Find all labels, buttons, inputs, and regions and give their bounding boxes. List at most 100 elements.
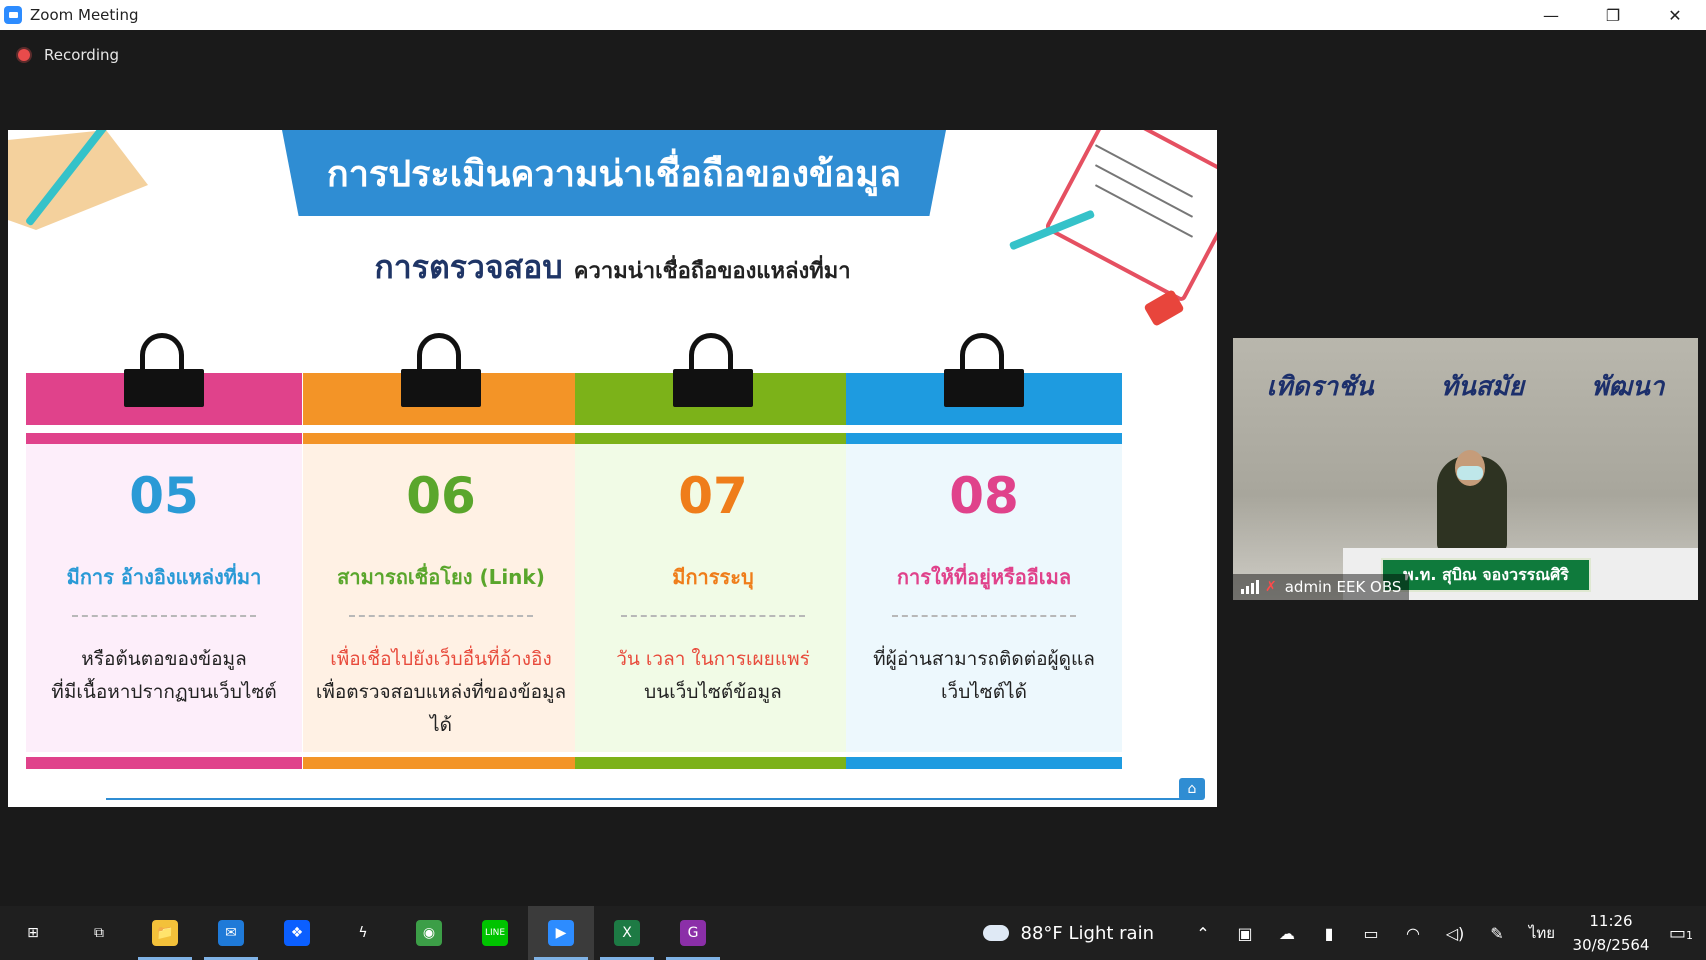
criteria-card: 07 มีการระบุ วัน เวลา ในการเผยแพร่บนเว็บ… [575,333,851,779]
taskbar-file-explorer-icon[interactable]: 📁 [132,906,198,960]
dropbox-icon: ❖ [284,920,310,946]
window-controls: — ❐ ✕ [1520,0,1706,30]
card-divider [72,615,256,617]
wall-motto: เทิดราชัน ทันสมัย พัฒนา [1233,366,1698,407]
card-divider [621,615,805,617]
card-thin-bar [846,433,1122,444]
file-explorer-icon: 📁 [152,920,178,946]
taskbar-chrome-icon[interactable]: ◉ [396,906,462,960]
taskbar-excel-icon[interactable]: X [594,906,660,960]
card-divider [349,615,533,617]
binder-clip-icon [124,333,204,407]
onedrive-icon[interactable]: ☁ [1266,924,1308,943]
task-view-icon: ⧉ [94,925,104,941]
window-titlebar: Zoom Meeting — ❐ ✕ [0,0,1706,30]
taskbar-clock[interactable]: 11:26 30/8/2564 [1566,909,1656,957]
system-tray: 88°F Light rain ⌃ ▣ ☁ ▮ ▭ ◠ ◁) ✎ ไทย 11:… [982,906,1706,960]
weather-widget[interactable]: 88°F Light rain [982,922,1154,944]
taskbar-apps: ⊞ ⧉ 📁 ✉ ❖ ϟ ◉ LINE ▶ X G [0,906,726,960]
binder-clip-icon [401,333,481,407]
card-description-line: ได้ [430,714,452,736]
nameplate: พ.ท. สุบิณ จองวรรณศิริ [1381,558,1591,592]
taskbar-line-icon[interactable]: LINE [462,906,528,960]
slide-title-banner: การประเมินความน่าเชื่อถือของข้อมูล [282,130,946,216]
recording-label: Recording [44,46,120,64]
pen-icon[interactable]: ✎ [1476,924,1518,943]
taskbar-app-s-icon[interactable]: ϟ [330,906,396,960]
close-button[interactable]: ✕ [1644,0,1706,30]
card-thin-bar [26,433,302,444]
battery-icon[interactable]: ▭ [1350,924,1392,943]
notification-count: 1 [1686,928,1693,942]
notification-center-icon[interactable]: ▭1 [1656,923,1706,944]
card-description-line: หรือต้นตอของข้อมูล [81,648,247,670]
card-description-line: ที่ผู้อ่านสามารถติดต่อผู้ดูแล [873,648,1095,670]
card-description: หรือต้นตอของข้อมูล ที่มีเนื้อหาปรากฏบนเว็… [36,643,292,709]
window-title: Zoom Meeting [30,6,139,24]
recording-indicator[interactable]: Recording [18,46,119,64]
chevron-up-icon[interactable]: ⌃ [1182,924,1224,943]
minimize-button[interactable]: — [1520,0,1582,30]
restore-button[interactable]: ❐ [1582,0,1644,30]
binder-clip-icon [944,333,1024,407]
taskbar-mail-icon[interactable]: ✉ [198,906,264,960]
card-bottom-bar [303,757,579,769]
home-icon[interactable]: ⌂ [1179,778,1205,800]
card-thin-bar [303,433,579,444]
taskbar-dropbox-icon[interactable]: ❖ [264,906,330,960]
excel-icon: X [614,920,640,946]
mail-icon: ✉ [218,920,244,946]
mic-muted-icon: ✗ [1265,579,1277,595]
card-number: 05 [129,467,199,525]
card-bottom-bar [575,757,851,769]
language-indicator[interactable]: ไทย [1518,921,1566,945]
wifi-icon[interactable]: ◠ [1392,924,1434,943]
card-bottom-bar [846,757,1122,769]
binder-clip-icon [673,333,753,407]
criteria-card: 05 มีการ อ้างอิงแหล่งที่มา หรือต้นตอของข… [26,333,302,779]
microphone-icon[interactable]: ▮ [1308,924,1350,943]
meet-now-icon[interactable]: ▣ [1224,924,1266,943]
slide-title: การประเมินความน่าเชื่อถือของข้อมูล [326,153,902,195]
pdf-icon: G [680,920,706,946]
card-number: 08 [949,467,1019,525]
cloud-rain-icon [982,925,1009,941]
recording-dot-icon [18,49,30,61]
taskbar-task-view-icon[interactable]: ⧉ [66,906,132,960]
card-description: เพื่อเชื่อไปยังเว็บอื่นที่อ้างอิง เพื่อตร… [313,643,569,742]
taskbar-pdf-icon[interactable]: G [660,906,726,960]
app-s-icon: ϟ [358,925,368,941]
wall-word: พัฒนา [1591,372,1665,402]
card-bottom-bar [26,757,302,769]
card-label: มีการระบุ [672,565,754,589]
signal-icon [1241,580,1259,594]
card-description: ที่ผู้อ่านสามารถติดต่อผู้ดูแล เว็บไซต์ได้ [856,643,1112,709]
speaker-mask [1457,466,1483,480]
slide-subtitle: การตรวจสอบ ความน่าเชื่อถือของแหล่งที่มา [8,242,1217,293]
volume-icon[interactable]: ◁) [1434,924,1476,943]
weather-text: 88°F Light rain [1020,922,1154,944]
wall-word: เทิดราชัน [1266,372,1374,402]
clock-time: 11:26 [1589,912,1633,930]
card-description: วัน เวลา ในการเผยแพร่บนเว็บไซต์ข้อมูล [585,643,841,709]
chrome-icon: ◉ [416,920,442,946]
slide-progress-line [106,798,1182,800]
card-description-line: บนเว็บไซต์ข้อมูล [644,681,782,703]
subtitle-rest: ความน่าเชื่อถือของแหล่งที่มา [573,259,851,284]
card-number: 07 [678,467,748,525]
taskbar-start-icon[interactable]: ⊞ [0,906,66,960]
participant-video[interactable]: เทิดราชัน ทันสมัย พัฒนา พ.ท. สุบิณ จองวร… [1233,338,1698,600]
card-description-line: เพื่อตรวจสอบแหล่งที่ของข้อมูล [315,681,567,703]
subtitle-main: การตรวจสอบ [374,248,563,286]
taskbar-zoom-icon[interactable]: ▶ [528,906,594,960]
criteria-card: 06 สามารถเชื่อโยง (Link) เพื่อเชื่อไปยัง… [303,333,579,779]
card-description-highlight: วัน เวลา ในการเผยแพร่ [616,648,810,670]
card-label: สามารถเชื่อโยง (Link) [337,565,545,589]
zoom-icon: ▶ [548,920,574,946]
criteria-card: 08 การให้ที่อยู่หรืออีเมล ที่ผู้อ่านสามา… [846,333,1122,779]
card-thin-bar [575,433,851,444]
wall-word: ทันสมัย [1440,372,1525,402]
start-icon: ⊞ [27,925,39,941]
card-label: มีการ อ้างอิงแหล่งที่มา [66,565,262,589]
card-number: 06 [406,467,476,525]
